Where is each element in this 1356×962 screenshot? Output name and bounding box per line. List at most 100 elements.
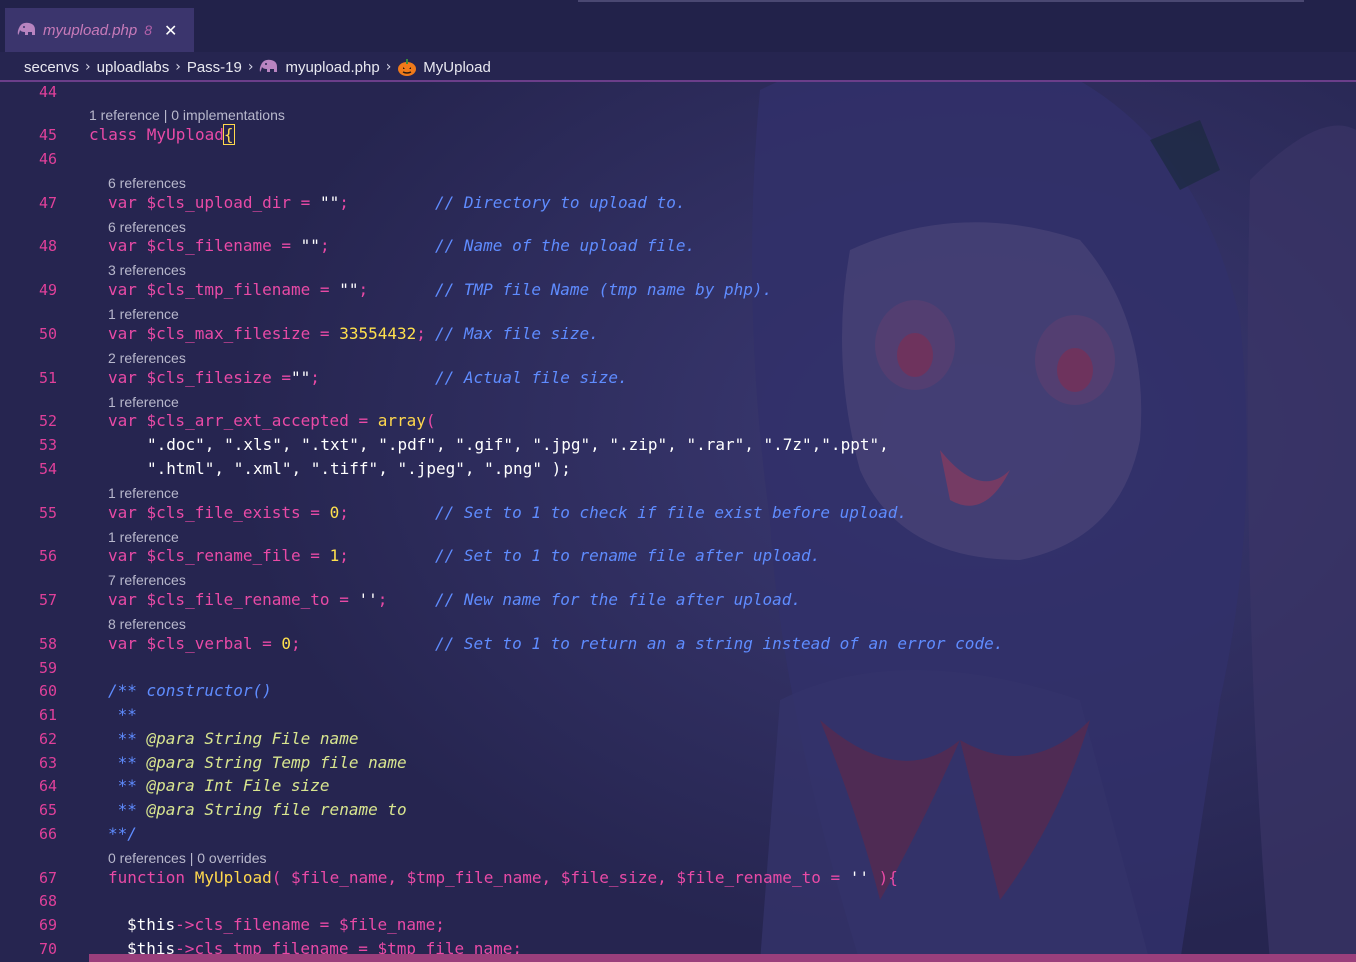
doc-comment: /** constructor()	[108, 681, 272, 700]
line-number: 47	[38, 194, 57, 212]
chevron-right-icon: ›	[247, 59, 254, 75]
line-number: 68	[38, 892, 57, 910]
line-number: 51	[38, 369, 57, 387]
codelens-references[interactable]: 1 reference	[108, 484, 179, 502]
code-line: 58 var $cls_verbal = 0; // Set to 1 to r…	[0, 632, 1356, 656]
code-comment: // New name for the file after upload.	[435, 590, 802, 609]
breadcrumb: secenvs › uploadlabs › Pass-19 › myuploa…	[0, 52, 1356, 82]
line-number: 45	[38, 126, 57, 144]
code-text: var $cls_upload_dir = "";	[108, 193, 349, 212]
code-text: var $cls_arr_ext_accepted = array(	[108, 411, 436, 430]
code-text: var $cls_tmp_filename = "";	[108, 280, 369, 299]
pumpkin-icon	[398, 59, 417, 76]
breadcrumb-item-symbol[interactable]: MyUpload	[423, 59, 491, 76]
line-number: 65	[38, 801, 57, 819]
code-line: 57 var $cls_file_rename_to = ''; // New …	[0, 588, 1356, 612]
doc-comment: **	[108, 705, 137, 724]
line-number: 67	[38, 869, 57, 887]
code-comment: // Set to 1 to return an a string instea…	[435, 634, 1004, 653]
code-line: 59	[0, 656, 1356, 680]
line-number: 58	[38, 635, 57, 653]
line-number: 44	[38, 83, 57, 101]
code-line: 48 var $cls_filename = ""; // Name of th…	[0, 234, 1356, 258]
code-line: 63 ** @para String Temp file name	[0, 751, 1356, 775]
elephant-icon	[17, 22, 35, 35]
close-icon[interactable]: ✕	[164, 21, 177, 40]
chevron-right-icon: ›	[385, 59, 392, 75]
line-number: 56	[38, 547, 57, 565]
tab-myupload-php[interactable]: myupload.php 8 ✕	[5, 8, 194, 52]
codelens-references[interactable]: 1 reference	[108, 305, 179, 323]
line-number: 54	[38, 460, 57, 478]
code-text: var $cls_file_rename_to = '';	[108, 590, 388, 609]
doc-comment: ** @para Int File size	[108, 776, 330, 795]
doc-comment: ** @para String Temp file name	[108, 753, 407, 772]
line-number: 57	[38, 591, 57, 609]
code-line: 46	[0, 147, 1356, 171]
code-line: 44	[0, 80, 1356, 104]
line-number: 59	[38, 659, 57, 677]
code-text: function MyUpload( $file_name, $tmp_file…	[108, 868, 898, 887]
code-line: 49 var $cls_tmp_filename = ""; // TMP fi…	[0, 278, 1356, 302]
code-text: var $cls_file_exists = 0;	[108, 503, 349, 522]
line-number: 66	[38, 825, 57, 843]
code-text: var $cls_rename_file = 1;	[108, 546, 349, 565]
code-line: 52 var $cls_arr_ext_accepted = array(	[0, 409, 1356, 433]
code-comment: // Set to 1 to check if file exist befor…	[435, 503, 908, 522]
code-text: $this->cls_filename = $file_name;	[127, 915, 445, 934]
line-number: 60	[38, 682, 57, 700]
line-number: 48	[38, 237, 57, 255]
line-number: 63	[38, 754, 57, 772]
breadcrumb-item-secenvs[interactable]: secenvs	[24, 59, 79, 76]
code-line: 68	[0, 889, 1356, 913]
doc-comment: ** @para String File name	[108, 729, 359, 748]
line-number: 46	[38, 150, 57, 168]
code-comment: // Actual file size.	[435, 368, 628, 387]
breadcrumb-item-uploadlabs[interactable]: uploadlabs	[97, 59, 170, 76]
codelens-references[interactable]: 6 references	[108, 174, 186, 192]
codelens-references[interactable]: 1 reference | 0 implementations	[89, 106, 285, 124]
code-line: 65 ** @para String file rename to	[0, 798, 1356, 822]
line-number: 62	[38, 730, 57, 748]
code-comment: // Name of the upload file.	[435, 236, 696, 255]
codelens-references[interactable]: 7 references	[108, 571, 186, 589]
line-number: 70	[38, 940, 57, 958]
breadcrumb-item-pass-19[interactable]: Pass-19	[187, 59, 242, 76]
line-number: 49	[38, 281, 57, 299]
code-line: 62 ** @para String File name	[0, 727, 1356, 751]
code-comment: // Directory to upload to.	[435, 193, 686, 212]
code-line: 60 /** constructor()	[0, 679, 1356, 703]
code-line: 66 **/	[0, 822, 1356, 846]
line-number: 52	[38, 412, 57, 430]
codelens-references[interactable]: 2 references	[108, 349, 186, 367]
code-line: 67 function MyUpload( $file_name, $tmp_f…	[0, 866, 1356, 890]
code-line: 53 ".doc", ".xls", ".txt", ".pdf", ".gif…	[0, 433, 1356, 457]
codelens-references[interactable]: 8 references	[108, 615, 186, 633]
code-line: 69 $this->cls_filename = $file_name;	[0, 913, 1356, 937]
line-number: 50	[38, 325, 57, 343]
code-line: 51 var $cls_filesize =""; // Actual file…	[0, 366, 1356, 390]
horizontal-scrollbar[interactable]	[89, 954, 1356, 962]
line-number: 53	[38, 436, 57, 454]
codelens-references[interactable]: 0 references | 0 overrides	[108, 849, 267, 867]
code-line: 54 ".html", ".xml", ".tiff", ".jpeg", ".…	[0, 457, 1356, 481]
doc-comment: ** @para String file rename to	[108, 800, 407, 819]
codelens-references[interactable]: 3 references	[108, 261, 186, 279]
tab-bar-divider	[578, 0, 1304, 2]
code-comment: // Max file size.	[435, 324, 599, 343]
code-comment: // TMP file Name (tmp name by php).	[435, 280, 773, 299]
chevron-right-icon: ›	[175, 59, 181, 75]
code-line: 64 ** @para Int File size	[0, 774, 1356, 798]
code-line: 56 var $cls_rename_file = 1; // Set to 1…	[0, 544, 1356, 568]
line-number: 61	[38, 706, 57, 724]
problems-count-badge: 8	[144, 22, 153, 38]
code-editor[interactable]: 44 1 reference | 0 implementations 45 cl…	[0, 82, 1356, 962]
line-number: 64	[38, 777, 57, 795]
code-line: 47 var $cls_upload_dir = ""; // Director…	[0, 191, 1356, 215]
code-text: ".html", ".xml", ".tiff", ".jpeg", ".png…	[147, 459, 571, 478]
breadcrumb-item-file[interactable]: myupload.php	[285, 59, 379, 76]
line-number: 55	[38, 504, 57, 522]
code-line: 55 var $cls_file_exists = 0; // Set to 1…	[0, 501, 1356, 525]
code-text: var $cls_filename = "";	[108, 236, 330, 255]
code-text: ".doc", ".xls", ".txt", ".pdf", ".gif", …	[147, 435, 889, 454]
